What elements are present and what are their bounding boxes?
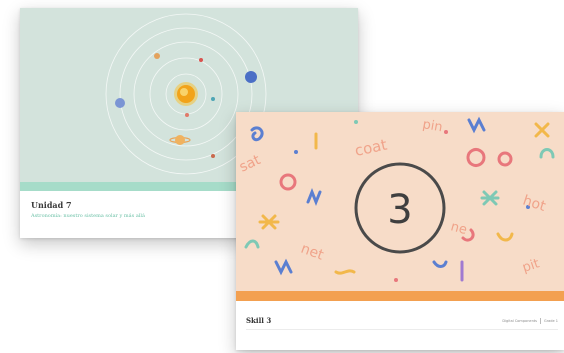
skill-meta-grade: Grade 1 (543, 319, 558, 323)
art-word-7: ne (449, 219, 469, 238)
skill-3-card[interactable]: coat pin sat hot net pit ne 3 Skill 3 Di… (236, 112, 564, 350)
art-word-1: coat (353, 136, 389, 160)
art-word-4: hot (521, 193, 548, 215)
letters-pattern-graphic: coat pin sat hot net pit ne 3 (237, 116, 555, 282)
sun-icon (174, 82, 198, 106)
skill-title: Skill 3 (246, 316, 272, 325)
skill-card-footer: Skill 3 Digital Components Grade 1 (236, 301, 564, 350)
skill-number: 3 (387, 187, 412, 233)
art-word-5: net (299, 241, 327, 264)
art-word-6: pit (521, 256, 542, 276)
meta-divider (539, 318, 541, 324)
planet-blue-icon (245, 71, 257, 83)
saturn-icon (169, 135, 191, 145)
skill-meta-component: Digital Components (502, 319, 537, 323)
unit-title: Unidad 7 (31, 200, 72, 210)
art-word-2: pin (421, 117, 443, 135)
art-word-3: sat (237, 152, 264, 176)
planet-tiny-icon (211, 154, 215, 158)
planet-red-icon (199, 58, 203, 62)
skill-meta: Digital Components Grade 1 (502, 318, 558, 324)
planet-small-icon (154, 53, 160, 59)
footer-divider (246, 329, 558, 330)
skill-color-band (236, 291, 564, 301)
unit-subtitle: Astronomía: nuestro sistema solar y más … (31, 213, 145, 219)
planet-left-icon (115, 98, 125, 108)
planet-moon-icon (185, 113, 189, 117)
letters-pattern-illustration: coat pin sat hot net pit ne 3 (236, 112, 564, 291)
planet-teal-icon (211, 97, 215, 101)
